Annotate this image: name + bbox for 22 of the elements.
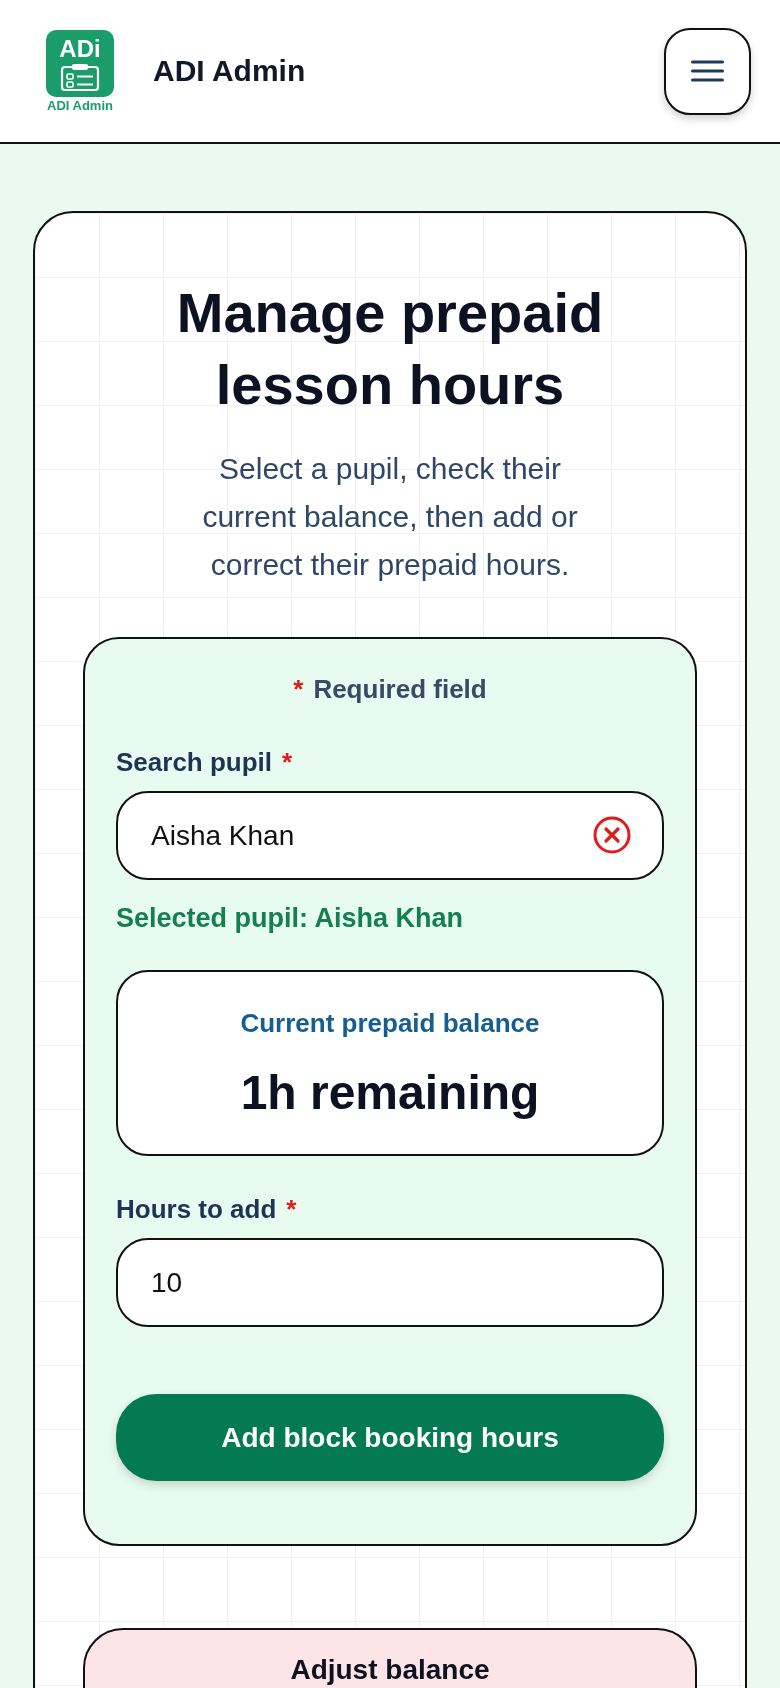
logo-caption: ADI Admin (47, 98, 113, 113)
field-label: Hours to add (116, 1193, 277, 1225)
page-subtitle: Select a pupil, check their current balance, then add or correct their prepaid hours. (201, 451, 579, 583)
hours-field[interactable]: 10 (116, 1238, 664, 1327)
menu-button[interactable] (664, 27, 751, 115)
clear-icon[interactable] (593, 816, 631, 854)
menu-icon (691, 60, 724, 82)
required-note: Required field (313, 673, 487, 705)
logo-mark: ADi (59, 37, 101, 61)
field-label: Search pupil (116, 746, 273, 778)
balance-label: Current prepaid balance (240, 1007, 540, 1039)
search-field[interactable]: Aisha Khan (116, 791, 664, 880)
required-marker: * (286, 1193, 297, 1225)
app-title: ADI Admin (153, 53, 306, 89)
page-title: Manage prepaid lesson hours (175, 280, 605, 418)
clipboard-icon (58, 63, 102, 91)
balance-value: 1h remaining (240, 1065, 540, 1121)
required-marker: * (282, 746, 293, 778)
add-hours-button[interactable]: Add block booking hours (116, 1394, 664, 1481)
required-marker: * (293, 673, 304, 705)
selected-pupil-note: Selected pupil: Aisha Khan (116, 902, 465, 934)
panel-heading: Adjust balance (290, 1654, 490, 1686)
